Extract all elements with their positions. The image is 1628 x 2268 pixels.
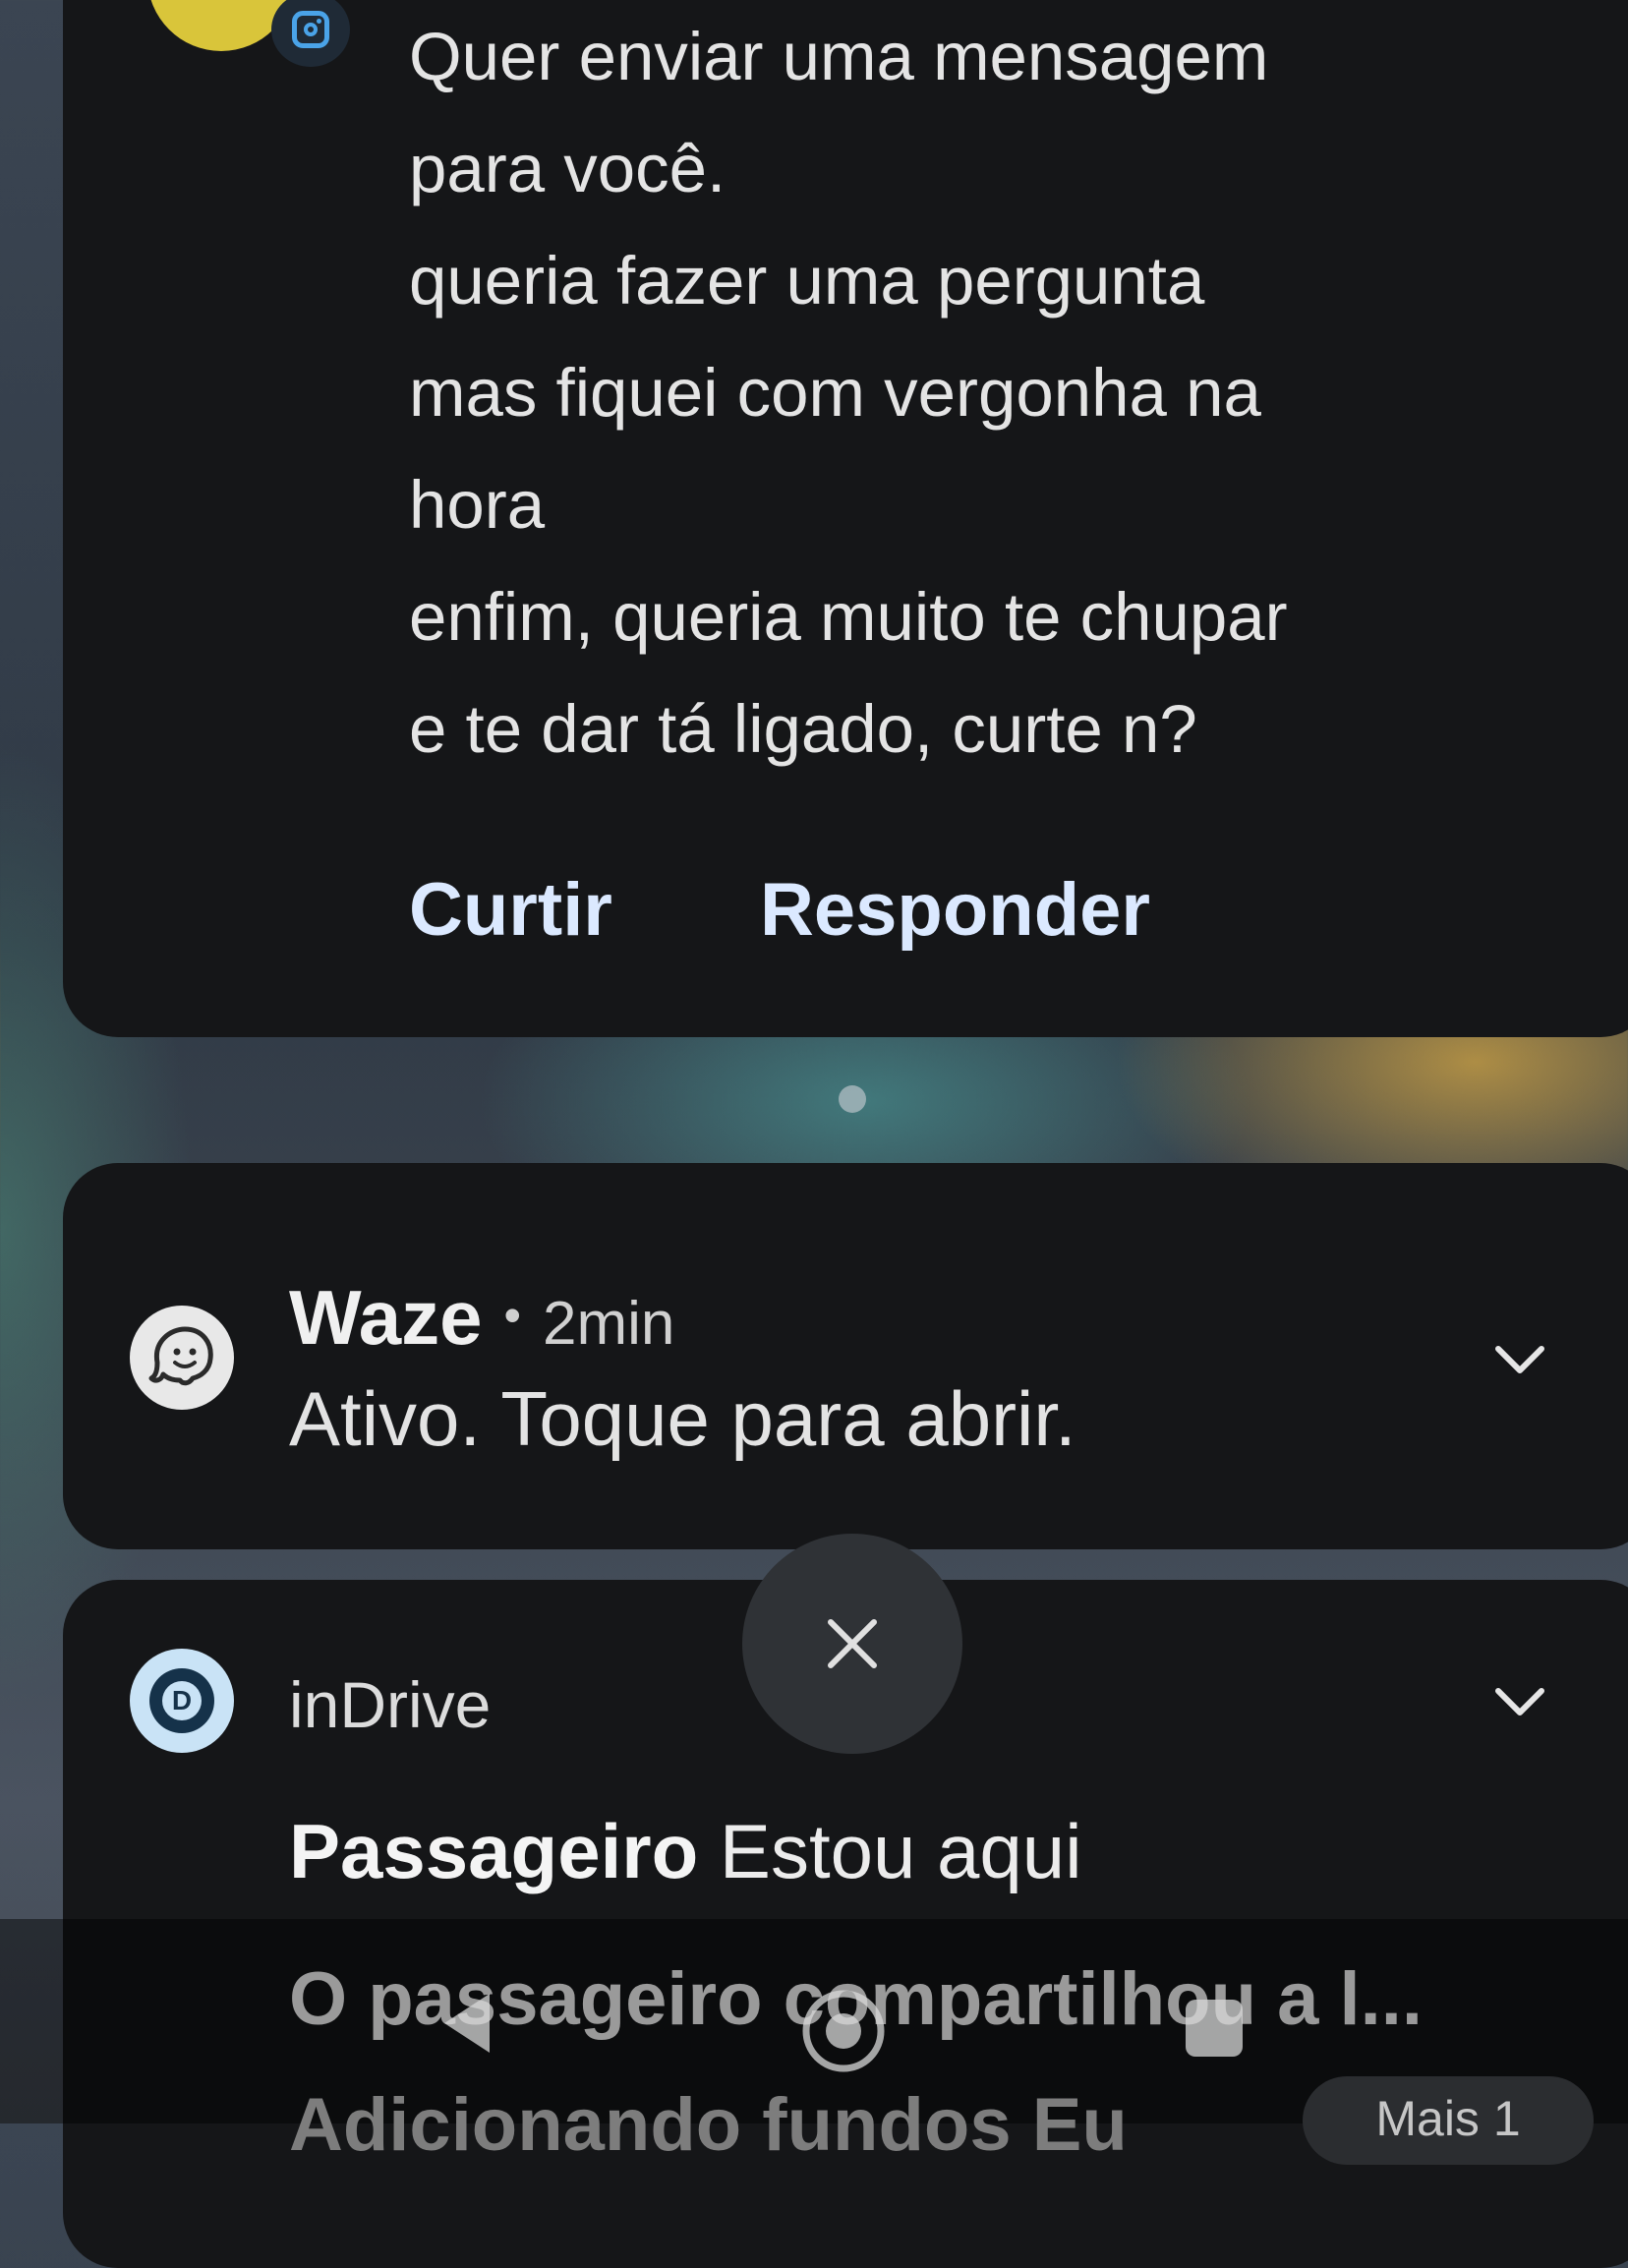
message-line: e te dar tá ligado, curte n? [409, 691, 1197, 767]
indrive-icon: D [130, 1649, 234, 1753]
message-line: Quer enviar uma mensagem [409, 19, 1269, 94]
like-button[interactable]: Curtir [409, 867, 612, 953]
app-name: Waze [289, 1274, 483, 1361]
message-line: para você. [409, 131, 727, 206]
message-line: enfim, queria muito te chupar [409, 579, 1288, 655]
waze-icon [130, 1306, 234, 1410]
message-line: mas fiquei com vergonha na [409, 355, 1261, 431]
waze-header: Waze • 2min [289, 1273, 674, 1363]
message-text: Estou aqui [719, 1808, 1082, 1894]
notification-partial-text: Adicionando fundos Eu [289, 2083, 1128, 2167]
notification-text: Ativo. Toque para abrir. [289, 1375, 1076, 1462]
message-line: hora [409, 467, 546, 543]
page-indicator [839, 1085, 866, 1113]
timestamp: 2min [543, 1290, 675, 1358]
notification-title: Passageiro Estou aqui [289, 1807, 1082, 1896]
back-icon[interactable] [433, 1984, 511, 2063]
close-icon [828, 1619, 877, 1668]
home-icon[interactable] [796, 1984, 891, 2078]
app-name: inDrive [289, 1668, 492, 1741]
recents-icon[interactable] [1180, 1994, 1249, 2063]
reply-button[interactable]: Responder [760, 867, 1150, 953]
chevron-down-icon[interactable] [1490, 1331, 1549, 1390]
separator-dot: • [503, 1288, 522, 1343]
sender-name: Passageiro [289, 1808, 699, 1894]
chevron-down-icon[interactable] [1490, 1673, 1549, 1732]
message-line: queria fazer uma pergunta [409, 243, 1205, 319]
close-button[interactable] [742, 1534, 962, 1754]
more-badge[interactable]: Mais 1 [1303, 2076, 1594, 2165]
